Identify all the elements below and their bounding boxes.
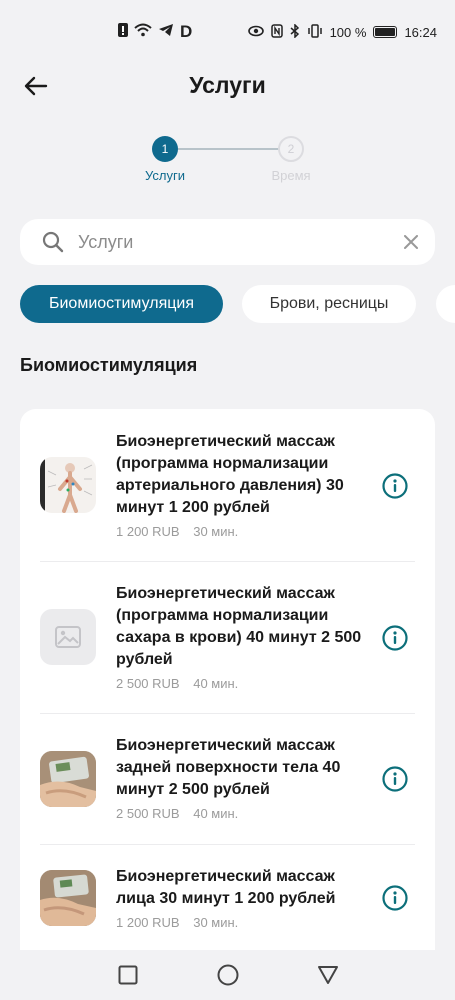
triangle-back-icon: [317, 966, 338, 984]
booking-stepper: 1 Услуги 2 Время: [130, 136, 330, 186]
eye-icon: [247, 25, 264, 40]
service-meta: 2 500 RUB 40 мин.: [116, 676, 371, 691]
step-number: 1: [152, 136, 178, 162]
clock: 16:24: [404, 24, 437, 40]
service-price: 1 200 RUB: [116, 524, 180, 539]
image-placeholder-icon: [40, 609, 96, 665]
search-box: [20, 219, 435, 265]
recents-button[interactable]: [116, 963, 140, 987]
status-right-icons: 100 % 16:24: [247, 22, 437, 41]
service-duration: 40 мин.: [193, 806, 239, 821]
service-meta: 2 500 RUB 40 мин.: [116, 806, 371, 821]
service-info: Биоэнергетический массаж (программа норм…: [116, 583, 371, 691]
step-label: Услуги: [145, 168, 185, 183]
service-price: 2 500 RUB: [116, 806, 180, 821]
service-duration: 30 мин.: [193, 915, 239, 930]
info-icon[interactable]: [382, 625, 408, 651]
divider: [40, 561, 415, 562]
service-item[interactable]: Биоэнергетический массаж (программа норм…: [20, 583, 435, 713]
chip-more[interactable]: [436, 285, 455, 323]
vibrate-icon: [307, 23, 323, 41]
status-bar: D 100 % 16:24: [0, 0, 455, 60]
nfc-icon: [270, 23, 283, 41]
close-icon: [404, 235, 418, 249]
bluetooth-icon: [290, 22, 300, 41]
service-price: 1 200 RUB: [116, 915, 180, 930]
battery-icon: [373, 26, 398, 38]
service-price: 2 500 RUB: [116, 676, 180, 691]
search-icon: [42, 231, 64, 253]
system-nav-bar: [0, 950, 455, 1000]
chip-biomyostimulation[interactable]: Биомиостимуляция: [20, 285, 223, 323]
info-icon[interactable]: [382, 885, 408, 911]
step-number: 2: [278, 136, 304, 162]
info-icon[interactable]: [382, 766, 408, 792]
services-list: Биоэнергетический массаж (программа норм…: [20, 409, 435, 969]
page-title: Услуги: [189, 72, 266, 98]
chip-brows-lashes[interactable]: Брови, ресницы: [242, 285, 416, 323]
category-chips: Биомиостимуляция Брови, ресницы: [20, 285, 455, 325]
circle-icon: [217, 964, 238, 986]
battery-percent: 100 %: [329, 24, 367, 40]
service-name: Биоэнергетический массаж лица 30 минут 1…: [116, 868, 336, 907]
massage-device-photo: [40, 751, 96, 807]
step-time[interactable]: 2 Время: [256, 136, 326, 183]
divider: [40, 844, 415, 845]
service-name: Биоэнергетический массаж задней поверхно…: [116, 737, 341, 798]
service-duration: 40 мин.: [193, 676, 239, 691]
app-d-icon: D: [180, 22, 193, 41]
square-icon: [118, 965, 137, 985]
back-nav-button[interactable]: [316, 963, 340, 987]
service-info: Биоэнергетический массаж задней поверхно…: [116, 735, 371, 821]
info-icon[interactable]: [382, 473, 408, 499]
service-info: Биоэнергетический массаж лица 30 минут 1…: [116, 866, 371, 930]
service-meta: 1 200 RUB 30 мин.: [116, 524, 371, 539]
service-name: Биоэнергетический массаж (программа норм…: [116, 433, 344, 516]
status-left-icons: D: [118, 22, 192, 42]
service-item[interactable]: Биоэнергетический массаж задней поверхно…: [20, 735, 435, 845]
wifi-icon: [134, 23, 152, 41]
search-input[interactable]: [78, 231, 401, 253]
service-name: Биоэнергетический массаж (программа норм…: [116, 585, 362, 668]
massage-device-photo: [40, 870, 96, 926]
step-label: Время: [271, 168, 311, 183]
home-button[interactable]: [216, 963, 240, 987]
step-services[interactable]: 1 Услуги: [130, 136, 200, 183]
divider: [40, 713, 415, 714]
service-item[interactable]: Биоэнергетический массаж (программа норм…: [20, 431, 435, 561]
service-meta: 1 200 RUB 30 мин.: [116, 915, 371, 930]
body-diagram-image: [40, 457, 96, 513]
sim-warning-icon: [118, 23, 128, 41]
service-duration: 30 мин.: [193, 524, 239, 539]
telegram-icon: [158, 23, 174, 41]
service-info: Биоэнергетический массаж (программа норм…: [116, 431, 371, 539]
clear-search-button[interactable]: [401, 232, 421, 252]
app-header: Услуги: [0, 60, 455, 110]
section-title: Биомиостимуляция: [20, 355, 198, 375]
